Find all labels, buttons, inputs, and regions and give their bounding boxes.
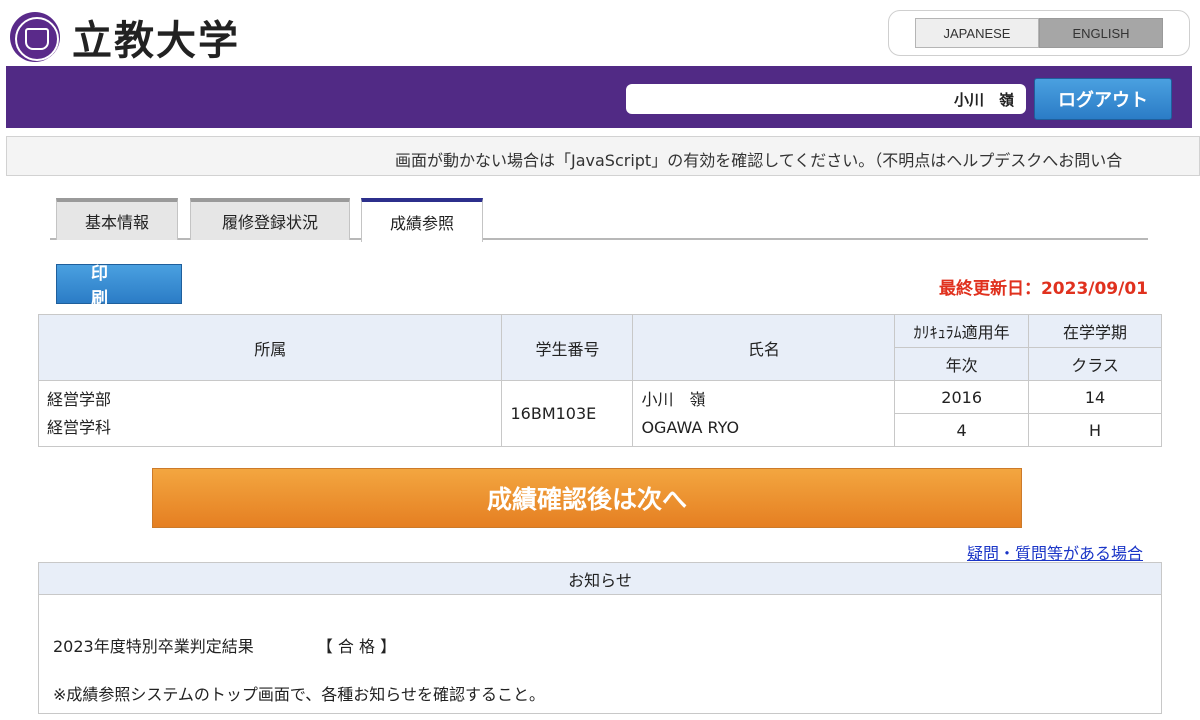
notice-bar: 画面が動かない場合は「JavaScript」の有効を確認してください。（不明点は… [6, 136, 1200, 176]
name-roman: OGAWA RYO [641, 417, 740, 437]
cell-name: 小川 嶺 OGAWA RYO [632, 380, 896, 447]
header-enrollment-term: 在学学期 [1028, 314, 1162, 348]
language-switcher: JAPANESE ENGLISH [888, 10, 1190, 56]
last-update-date: 最終更新日：2023/09/01 [938, 279, 1148, 299]
announcements-title: お知らせ [39, 563, 1161, 595]
user-name-display: 小川 嶺 [626, 84, 1026, 114]
english-button[interactable]: ENGLISH [1039, 18, 1163, 48]
university-name: 立教大学 [72, 18, 240, 64]
tab-basic-info[interactable]: 基本情報 [56, 198, 178, 240]
logout-button[interactable]: ログアウト [1034, 78, 1172, 120]
announcement-note: ※成績参照システムのトップ画面で、各種お知らせを確認すること。 [53, 685, 545, 704]
header-curriculum-year: ｶﾘｷｭﾗﾑ適用年 [894, 314, 1030, 348]
cell-affiliation: 経営学部 経営学科 [37, 380, 503, 447]
user-name: 小川 嶺 [953, 90, 1014, 109]
cell-curriculum-year: 2016 [894, 380, 1030, 414]
cell-student-id: 16BM103E [501, 380, 634, 447]
tab-bar: 基本情報 履修登録状況 成績参照 [50, 198, 1148, 242]
student-info-table: 所属 学生番号 氏名 ｶﾘｷｭﾗﾑ適用年 在学学期 年次 クラス 経営学部 経営… [37, 314, 1162, 447]
cell-class: H [1028, 413, 1162, 447]
notice-text: 画面が動かない場合は「JavaScript」の有効を確認してください。（不明点は… [395, 151, 1123, 170]
tab-grade-reference[interactable]: 成績参照 [361, 198, 483, 242]
header-name: 氏名 [632, 314, 896, 381]
header-student-id: 学生番号 [501, 314, 634, 381]
print-button[interactable]: 印刷 [56, 264, 182, 309]
department-text: 経営学科 [47, 417, 112, 437]
tab-registration-status[interactable]: 履修登録状況 [190, 198, 350, 240]
name-kanji: 小川 嶺 [641, 389, 706, 409]
cell-enrollment-term: 14 [1028, 380, 1162, 414]
japanese-button[interactable]: JAPANESE [915, 18, 1039, 48]
announcements-panel: お知らせ 2023年度特別卒業判定結果 【 合 格 】 ※成績参照システムのトッ… [38, 562, 1162, 714]
cell-grade-year: 4 [894, 413, 1030, 447]
next-after-grade-check-button[interactable]: 成績確認後は次へ [152, 468, 1022, 528]
header-affiliation: 所属 [37, 314, 503, 381]
faculty-text: 経営学部 [47, 389, 112, 409]
header-class: クラス [1028, 347, 1162, 381]
header-grade-year: 年次 [894, 347, 1030, 381]
university-logo: 立教大学 [10, 8, 240, 66]
user-bar: 小川 嶺 ログアウト [6, 66, 1192, 128]
university-seal-icon [10, 12, 60, 62]
graduation-result-line: 2023年度特別卒業判定結果 【 合 格 】 [53, 633, 396, 657]
questions-link[interactable]: 疑問・質問等がある場合 [967, 540, 1143, 564]
graduation-result-label: 2023年度特別卒業判定結果 [53, 637, 254, 656]
graduation-result-value: 【 合 格 】 [316, 637, 397, 656]
